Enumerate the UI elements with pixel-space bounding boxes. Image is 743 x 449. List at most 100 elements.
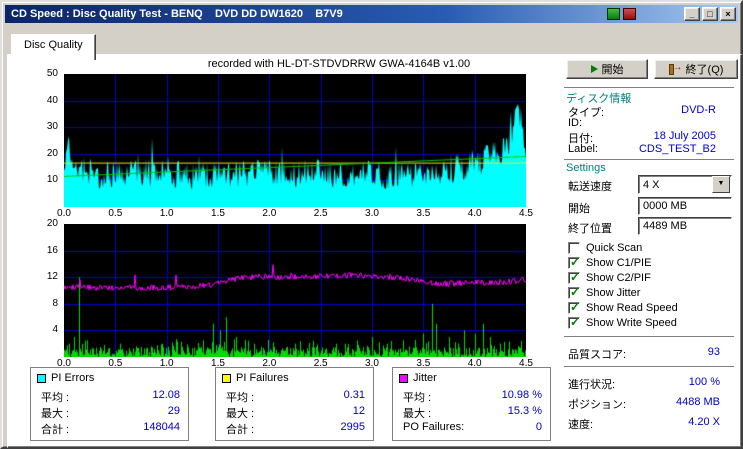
stat-value: 15.3 % [507,405,542,417]
pi-errors-x-axis: 0.0 0.5 1.0 1.5 2.0 2.5 3.0 3.5 4.0 4.5 [57,208,533,220]
stat-value: 0 [535,421,542,433]
end-position-label: 終了位置 [568,223,612,235]
pi-errors-stats-title: PI Errors [51,372,95,384]
stat-value: 148044 [143,421,180,433]
show-c2-pif-checkbox[interactable]: Show C2/PIF [568,270,734,285]
stat-value: 29 [167,405,180,417]
checkbox-box [568,255,580,269]
stat-label: 最大 : [41,408,70,420]
tab-disc-quality[interactable]: Disc Quality [11,34,96,60]
y-axis-tick: 30 [46,121,58,133]
start-icon [590,65,598,73]
y-axis-tick: 40 [46,94,58,106]
separator [564,336,734,340]
jitter-stats-title: Jitter [413,372,437,384]
x-axis-tick: 1.5 [211,208,225,219]
stat-label: 最大 : [226,408,255,420]
pi-failures-legend-swatch [222,373,231,383]
disc-label-label: Label: [568,143,598,155]
position-label: ポジション: [568,399,627,411]
stat-value: 12.08 [152,389,180,401]
maximize-button[interactable]: □ [702,7,718,21]
x-axis-tick: 4.0 [467,208,482,219]
disc-id-label: ID: [568,117,583,129]
checkbox-box [568,285,580,299]
minimize-button[interactable]: _ [684,7,700,21]
speed-select-value: 4 X [643,178,660,191]
end-position-input[interactable] [638,217,732,235]
close-button[interactable]: × [720,7,736,21]
pi-errors-chart [64,74,526,207]
x-axis-tick: 4.5 [519,208,533,219]
disc-type-value: DVD-R [681,104,716,116]
settings-header: Settings [566,162,606,174]
quality-score-value: 93 [707,346,720,358]
exit-button-label: 終了(Q) [685,64,724,76]
transfer-speed-label: 転送速度 [568,181,612,193]
y-axis-tick: 20 [46,147,58,159]
stat-label: 平均 : [403,392,432,404]
x-axis-tick: 3.0 [365,208,379,219]
start-button-label: 開始 [601,64,624,76]
checkbox-box [568,242,580,254]
show-c1-pie-checkbox[interactable]: Show C1/PIE [568,255,734,270]
position-value: 4488 MB [675,396,720,408]
stat-label: 最大 : [403,408,432,420]
pi-errors-stats-box: PI Errors 平均 : 12.08 最大 : 29 合計 : 148044 [30,367,189,441]
pi-errors-legend-swatch [37,373,46,383]
x-axis-tick: 3.5 [416,208,431,219]
checkbox-box [568,315,580,329]
stat-value: 12 [352,405,365,417]
checkbox-label: Show Jitter [586,287,641,299]
y-axis-tick: 50 [46,68,58,79]
show-write-speed-checkbox[interactable]: Show Write Speed [568,315,734,330]
window-title: CD Speed : Disc Quality Test - BENQ DVD … [11,8,343,20]
pi-failures-stats-box: PI Failures 平均 : 0.31 最大 : 12 合計 : 2995 [215,367,374,441]
speed-select[interactable]: 4 X ▼ [638,175,732,194]
stat-label: 平均 : [226,392,255,404]
stat-label: 合計 : [226,424,255,436]
speed-value: 4.20 X [688,416,720,428]
graph-badge-icon[interactable] [607,8,620,20]
stat-label: 平均 : [41,392,70,404]
separator [564,366,734,370]
progress-value: 100 % [688,376,720,388]
exit-door-icon [668,62,683,75]
checkbox-label: Show Read Speed [586,302,678,314]
quick-scan-checkbox[interactable]: Quick Scan [568,241,734,255]
disc-label-value: CDS_TEST_B2 [638,143,716,155]
show-jitter-checkbox[interactable]: Show Jitter [568,285,734,300]
checkbox-box [568,270,580,284]
start-position-input[interactable] [638,197,732,215]
pi-errors-y-axis: 50 40 30 20 10 [22,68,60,207]
speed-label: 速度: [568,419,594,431]
disc-date-value: 18 July 2005 [653,130,716,142]
start-position-label: 開始 [568,203,590,215]
pi-failures-jitter-y-axis: 20 16 12 8 4 [22,218,60,357]
app-window: CD Speed : Disc Quality Test - BENQ DVD … [0,0,743,449]
y-axis-tick: 16 [46,244,58,256]
y-axis-tick: 20 [46,218,58,229]
checkbox-label: Show C2/PIF [586,272,651,284]
progress-label: 進行状況: [568,379,616,391]
exit-button[interactable]: 終了(Q) [654,59,738,79]
show-read-speed-checkbox[interactable]: Show Read Speed [568,300,734,315]
pi-failures-stats-title: PI Failures [236,372,289,384]
quality-score-label: 品質スコア: [568,349,627,361]
chevron-down-icon[interactable]: ▼ [712,176,730,193]
stat-value: 2995 [340,421,365,433]
x-axis-tick: 1.0 [159,208,174,219]
tab-page: recorded with HL-DT-STDVDRRW GWA-4164B v… [7,54,742,448]
stat-value: 0.31 [343,389,365,401]
x-axis-tick: 2.5 [313,208,328,219]
control-panel: 開始 終了(Q) ディスク情報 タイプ:DVD-R ID: 日付:18 July… [560,55,738,445]
checkbox-box [568,300,580,314]
start-button[interactable]: 開始 [566,59,648,79]
checkbox-label: Show C1/PIE [586,257,652,269]
pi-failures-jitter-chart [64,224,526,357]
disc-badge-icon[interactable] [623,8,636,20]
y-axis-tick: 12 [46,271,58,283]
title-bar[interactable]: CD Speed : Disc Quality Test - BENQ DVD … [5,5,738,23]
checkbox-label: Show Write Speed [586,317,677,329]
recorded-with-label: recorded with HL-DT-STDVDRRW GWA-4164B v… [207,58,471,70]
